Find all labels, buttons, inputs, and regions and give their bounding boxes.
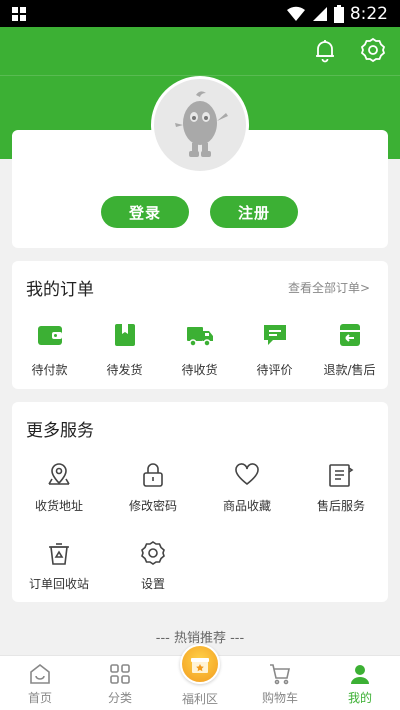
service-address[interactable]: 收货地址 [12,462,106,514]
map-pin-icon [48,463,70,485]
order-refund-after-sale[interactable]: 退款/售后 [312,321,387,378]
comment-icon [263,325,286,345]
nav-welfare[interactable]: 福利区 [160,644,240,710]
service-after-sale[interactable]: 售后服务 [294,462,388,514]
my-orders-card: 我的订单 查看全部订单> 待付款 待发货 待收货 待评价 退款/售后 [12,261,388,389]
service-change-password[interactable]: 修改密码 [106,462,200,514]
nav-label: 福利区 [181,692,218,706]
heart-icon [235,463,259,486]
avatar[interactable] [151,76,249,174]
service-label: 收货地址 [34,499,83,513]
nav-label: 我的 [347,691,372,705]
order-pending-shipment[interactable]: 待发货 [87,321,162,378]
bottom-nav: 首页 分类 福利区 购物车 我的 [0,644,400,710]
services-title: 更多服务 [26,421,94,441]
service-label: 修改密码 [128,499,177,513]
order-pending-receipt[interactable]: 待收货 [162,321,237,378]
more-services-card: 更多服务 收货地址 修改密码 商品收藏 售后服务 订单回收站 设置 [12,402,388,602]
nav-home[interactable]: 首页 [0,656,80,710]
package-icon [114,324,135,346]
bell-icon[interactable] [312,37,338,63]
orders-title: 我的订单 [26,280,94,300]
nav-label: 分类 [107,691,132,705]
order-label: 待发货 [106,363,143,377]
order-label: 待付款 [31,363,68,377]
status-time: 8:22 [349,3,388,24]
nav-mine[interactable]: 我的 [320,656,400,710]
view-all-orders-link[interactable]: 查看全部订单> [288,279,370,296]
order-label: 退款/售后 [323,363,376,377]
service-favorites[interactable]: 商品收藏 [200,462,294,514]
nav-label: 首页 [27,691,52,705]
service-label: 设置 [140,577,165,591]
category-icon [110,664,130,684]
notification-icon [12,6,26,21]
service-label: 订单回收站 [28,577,89,591]
nav-label: 购物车 [261,691,298,705]
service-recycle-bin[interactable]: 订单回收站 [12,540,106,592]
refund-icon [339,324,360,346]
recycle-bin-icon [49,543,69,565]
service-label: 售后服务 [316,499,365,513]
home-icon [30,663,50,684]
settings-icon [141,541,165,565]
order-label: 待评价 [256,363,293,377]
truck-icon [186,327,213,347]
gift-icon [180,644,220,684]
nav-category[interactable]: 分类 [80,656,160,710]
cart-icon [270,664,290,685]
service-settings[interactable]: 设置 [106,540,200,592]
wallet-icon [37,326,62,345]
nav-cart[interactable]: 购物车 [240,656,320,710]
order-label: 待收货 [181,363,218,377]
gear-icon[interactable] [360,37,386,63]
order-pending-review[interactable]: 待评价 [237,321,312,378]
register-button[interactable]: 注册 [210,196,298,228]
lock-icon [143,463,163,487]
battery-icon [333,4,344,23]
after-sale-icon [329,464,354,487]
status-bar: 8:22 [0,0,400,27]
order-pending-payment[interactable]: 待付款 [12,321,87,378]
signal-icon [312,6,328,22]
wifi-icon [286,6,306,22]
service-label: 商品收藏 [222,499,271,513]
login-button[interactable]: 登录 [101,196,189,228]
user-icon [351,665,369,684]
